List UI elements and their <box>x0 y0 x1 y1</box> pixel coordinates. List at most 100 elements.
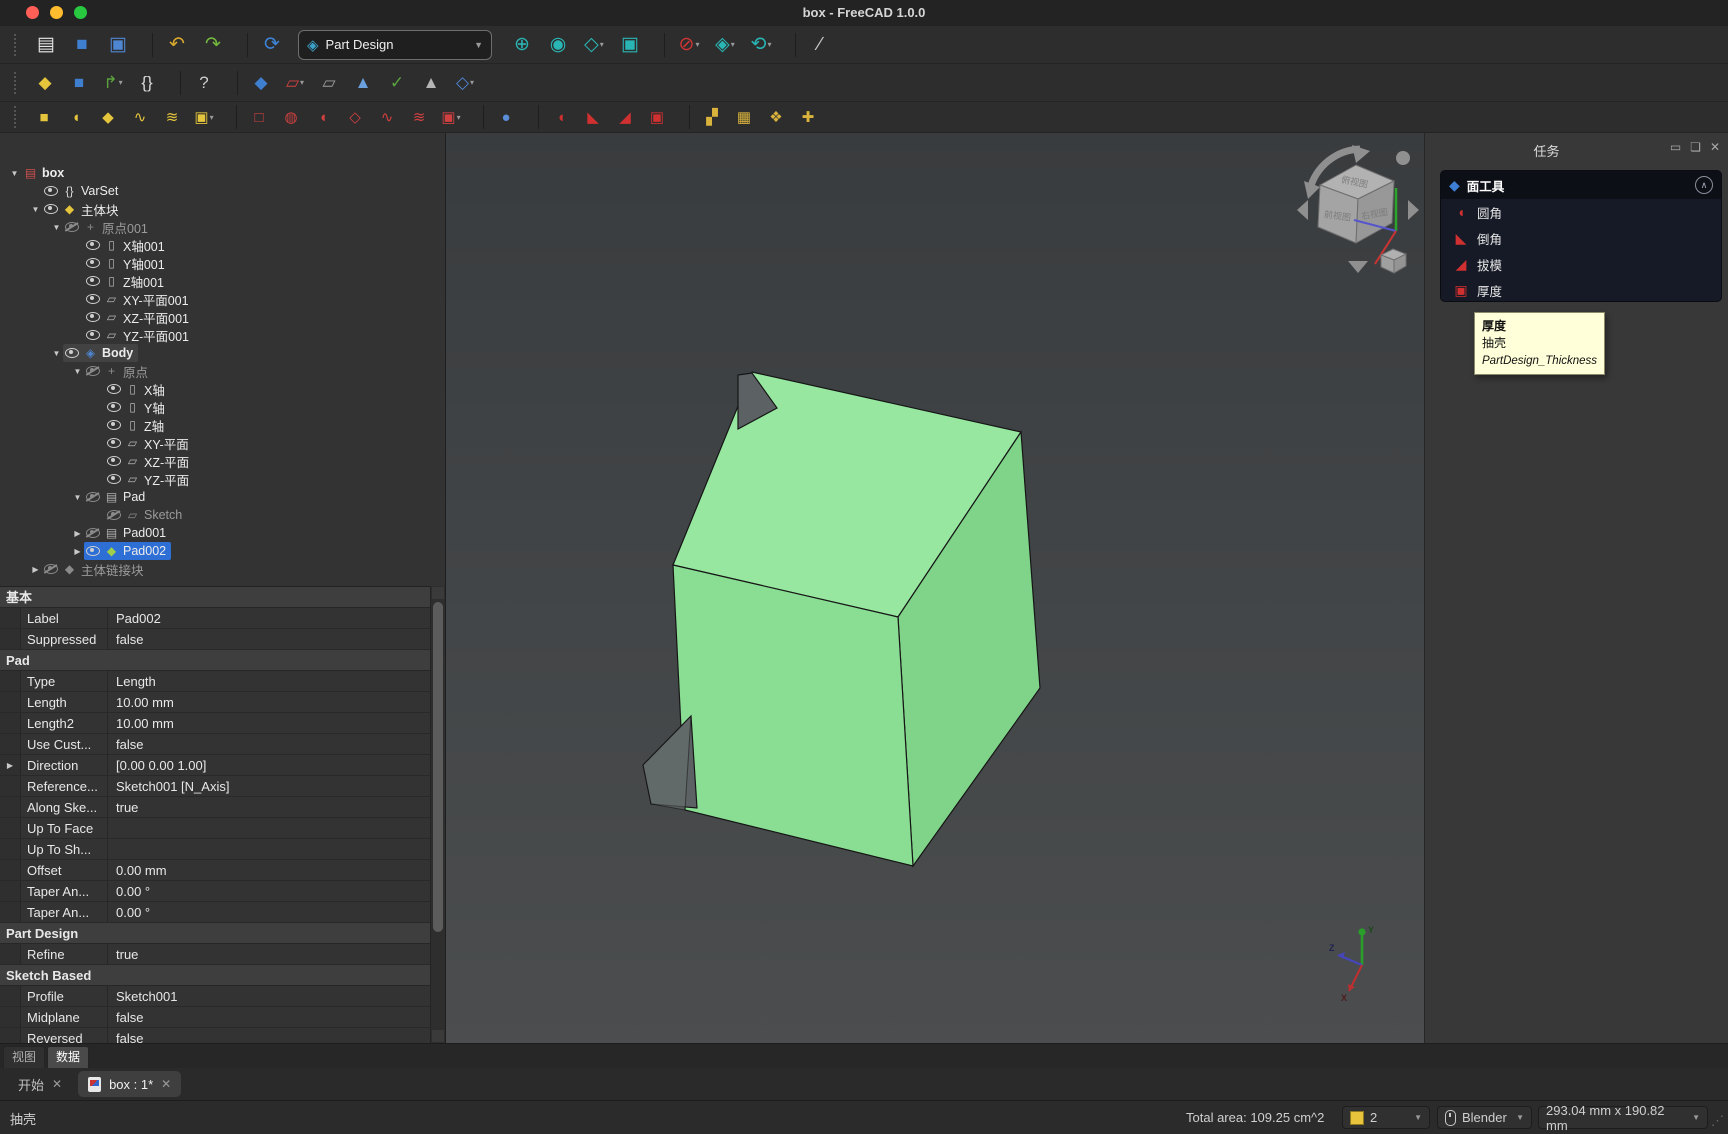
whats-this-button[interactable]: ? <box>189 69 219 97</box>
isometric-view-button[interactable]: ◇▾ <box>578 30 610 60</box>
revolution-button[interactable]: ◖ <box>62 105 90 129</box>
task-item-draft[interactable]: ◢拔模 <box>1441 251 1721 277</box>
tree-item-body[interactable]: ▯Z轴 <box>105 416 169 434</box>
scrollbar-thumb[interactable] <box>433 602 443 932</box>
visibility-on-icon[interactable] <box>107 384 121 394</box>
property-value[interactable]: false <box>108 734 431 754</box>
close-tab-icon[interactable]: ✕ <box>161 1077 171 1091</box>
property-group-header[interactable]: Part Design <box>0 923 431 944</box>
groove-button[interactable]: ◖ <box>309 105 337 129</box>
measure-button[interactable]: ∕ <box>804 30 836 60</box>
tree-item-body[interactable]: +原点001 <box>63 218 153 236</box>
additive-primitive-button[interactable]: ▣▾ <box>190 105 218 129</box>
pocket-button[interactable]: □ <box>245 105 273 129</box>
property-value[interactable]: false <box>108 629 431 649</box>
tree-item-原点001[interactable]: ▼+原点001 <box>0 218 446 236</box>
tree-item-body[interactable]: ▱YZ-平面 <box>105 470 194 488</box>
tree-item-XZ-平面[interactable]: ▱XZ-平面 <box>0 452 446 470</box>
collapse-icon[interactable]: ∧ <box>1695 176 1713 194</box>
additive-helix-button[interactable]: ≋ <box>158 105 186 129</box>
view-dimensions-combo[interactable]: 293.04 mm x 190.82 mm ▼ <box>1538 1106 1708 1129</box>
expander-icon[interactable]: ▼ <box>71 493 84 502</box>
property-value[interactable]: [0.00 0.00 1.00] <box>108 755 431 775</box>
close-tab-icon[interactable]: ✕ <box>52 1077 62 1091</box>
varset-button[interactable]: {} <box>132 69 162 97</box>
pan-down-arrow[interactable] <box>1348 261 1368 273</box>
tree-item-YZ-平面[interactable]: ▱YZ-平面 <box>0 470 446 488</box>
tree-item-body[interactable]: ◈Body <box>63 344 138 362</box>
overlap-count-combo[interactable]: 2 ▼ <box>1342 1106 1430 1129</box>
pad-button[interactable]: ■ <box>30 105 58 129</box>
create-sketch-button[interactable]: ▱▾ <box>280 69 310 97</box>
expander-icon[interactable]: ▶ <box>71 547 84 556</box>
visibility-off-icon[interactable] <box>65 222 79 232</box>
tree-item-Y轴[interactable]: ▯Y轴 <box>0 398 446 416</box>
tree-item-主体块[interactable]: ▼◆主体块 <box>0 200 446 218</box>
toolbar-handle[interactable] <box>14 34 22 56</box>
tree-item-body[interactable]: ▱XZ-平面 <box>105 452 194 470</box>
refresh-button[interactable]: ⟳ <box>256 30 288 60</box>
expander-icon[interactable]: ▼ <box>8 169 21 178</box>
property-value[interactable]: true <box>108 797 431 817</box>
edit-sketch-button[interactable]: ▱ <box>314 69 344 97</box>
toolbar-handle[interactable] <box>14 106 22 128</box>
visibility-on-icon[interactable] <box>107 438 121 448</box>
subtractive-sweep-button[interactable]: ∿ <box>373 105 401 129</box>
tree-item-Z轴001[interactable]: ▯Z轴001 <box>0 272 446 290</box>
dock-panel-icon[interactable]: ▭ <box>1670 140 1681 154</box>
task-item-thickness[interactable]: ▣厚度 <box>1441 277 1721 302</box>
tree-item-body[interactable]: +原点 <box>84 362 153 380</box>
tree-item-X轴[interactable]: ▯X轴 <box>0 380 446 398</box>
navigation-style-combo[interactable]: Blender ▼ <box>1437 1106 1532 1129</box>
polar-pattern-button[interactable]: ❖ <box>762 105 790 129</box>
tree-item-X轴001[interactable]: ▯X轴001 <box>0 236 446 254</box>
expander-icon[interactable]: ▼ <box>71 367 84 376</box>
visibility-on-icon[interactable] <box>86 258 100 268</box>
additive-loft-button[interactable]: ◆ <box>94 105 122 129</box>
visibility-off-icon[interactable] <box>86 528 100 538</box>
boolean-button[interactable]: ● <box>492 105 520 129</box>
visibility-on-icon[interactable] <box>86 312 100 322</box>
subtractive-primitive-button[interactable]: ▣▾ <box>437 105 465 129</box>
scroll-down-button[interactable] <box>432 1030 444 1042</box>
visibility-on-icon[interactable] <box>107 456 121 466</box>
tree-item-VarSet[interactable]: {}VarSet <box>0 182 446 200</box>
mirrored-button[interactable]: ▞ <box>698 105 726 129</box>
view-rotate-cube-button[interactable]: ◈▾ <box>709 30 741 60</box>
3d-viewport[interactable]: 俯视图 前视图 右视图 <box>446 133 1424 1043</box>
expander-icon[interactable]: ▶ <box>29 565 42 574</box>
property-group-header[interactable]: Pad <box>0 650 431 671</box>
close-panel-icon[interactable]: ✕ <box>1710 140 1720 154</box>
visibility-on-icon[interactable] <box>107 420 121 430</box>
tree-item-主体链接块[interactable]: ▶◆主体链接块 <box>0 560 446 578</box>
visibility-on-icon[interactable] <box>107 402 121 412</box>
property-group-header[interactable]: 基本 <box>0 587 431 608</box>
pan-left-arrow[interactable] <box>1297 200 1308 220</box>
subtractive-loft-button[interactable]: ◇ <box>341 105 369 129</box>
tree-item-body[interactable]: ▯Z轴001 <box>84 272 169 290</box>
tree-item-Z轴[interactable]: ▯Z轴 <box>0 416 446 434</box>
box-selection-button[interactable]: ▣ <box>614 30 646 60</box>
tree-item-XY-平面001[interactable]: ▱XY-平面001 <box>0 290 446 308</box>
property-value[interactable]: Pad002 <box>108 608 431 628</box>
property-value[interactable] <box>108 839 431 859</box>
document-tab-start[interactable]: 开始✕ <box>8 1071 72 1097</box>
tree-item-XY-平面[interactable]: ▱XY-平面 <box>0 434 446 452</box>
visibility-on-icon[interactable] <box>86 294 100 304</box>
save-file-button[interactable]: ▣ <box>102 30 134 60</box>
visibility-on-icon[interactable] <box>44 186 58 196</box>
tree-item-原点[interactable]: ▼+原点 <box>0 362 446 380</box>
part-design-body-button[interactable]: ◆ <box>30 69 60 97</box>
visibility-on-icon[interactable] <box>86 276 100 286</box>
sync-view-button[interactable]: ⟲▾ <box>745 30 777 60</box>
tree-item-body[interactable]: ▱YZ-平面001 <box>84 326 194 344</box>
tree-item-body[interactable]: ▯X轴001 <box>84 236 170 254</box>
face-tools-header[interactable]: ◆ 面工具 ∧ <box>1441 171 1721 199</box>
tree-item-body[interactable]: ▱XZ-平面001 <box>84 308 194 326</box>
tree-item-body[interactable]: ▱XY-平面 <box>105 434 194 452</box>
property-value[interactable]: 0.00 ° <box>108 902 431 922</box>
tree-item-box[interactable]: ▼▤box <box>0 164 446 182</box>
nav-dot[interactable] <box>1396 151 1410 165</box>
tree-item-body[interactable]: ◆Pad002 <box>84 542 171 560</box>
property-group-header[interactable]: Sketch Based <box>0 965 431 986</box>
